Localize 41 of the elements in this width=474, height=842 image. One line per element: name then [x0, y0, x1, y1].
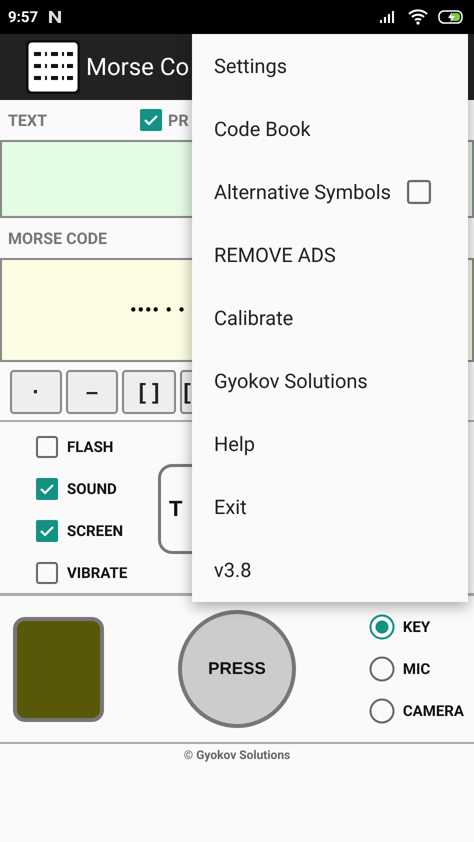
translate-button[interactable]: T	[158, 464, 192, 554]
app-title: Morse Co	[86, 53, 190, 81]
symbol-key[interactable]: ·	[10, 370, 62, 414]
radio-button[interactable]	[368, 698, 395, 724]
symbol-key[interactable]: –	[66, 370, 118, 414]
checkbox[interactable]	[36, 562, 58, 584]
app-logo-icon	[26, 40, 80, 94]
checkbox[interactable]	[36, 436, 58, 458]
checkbox[interactable]	[407, 180, 431, 204]
menu-item[interactable]: Help	[214, 432, 255, 456]
checked-checkbox[interactable]	[140, 109, 162, 131]
checkbox-label: FLASH	[67, 438, 114, 456]
section-label: MORSE CODE	[8, 228, 108, 248]
radio-label: CAMERA	[402, 702, 464, 720]
checkbox-label: SOUND	[67, 480, 117, 498]
copyright-text: © Gyokov Solutions	[184, 748, 290, 762]
section-label: TEXT	[8, 110, 48, 130]
wifi-icon	[408, 9, 428, 25]
notification-icon	[48, 10, 62, 24]
menu-item[interactable]: Gyokov Solutions	[214, 368, 368, 392]
menu-item[interactable]: Alternative Symbols	[214, 180, 391, 204]
symbol-key[interactable]: [	[180, 370, 192, 414]
menu-item[interactable]: REMOVE ADS	[214, 242, 336, 266]
menu-item[interactable]: Settings	[214, 54, 288, 78]
radio-label: MIC	[402, 660, 430, 678]
radio-label: KEY	[402, 618, 430, 636]
status-time: 9:57	[8, 8, 38, 26]
menu-item[interactable]: v3.8	[214, 558, 252, 582]
battery-icon	[438, 9, 466, 25]
press-button[interactable]: PRESS	[178, 610, 296, 728]
menu-item[interactable]: Code Book	[214, 116, 311, 140]
checked-checkbox[interactable]	[36, 478, 58, 500]
checkbox-label: SCREEN	[67, 522, 124, 540]
radio-button[interactable]	[368, 614, 395, 640]
radio-button[interactable]	[368, 656, 395, 682]
checkbox-label: PR	[168, 110, 189, 130]
symbol-key[interactable]: [ ]	[122, 370, 176, 414]
checked-checkbox[interactable]	[36, 520, 58, 542]
menu-item[interactable]: Calibrate	[214, 306, 294, 330]
checkbox-label: VIBRATE	[67, 564, 128, 582]
menu-item[interactable]: Exit	[214, 494, 247, 518]
